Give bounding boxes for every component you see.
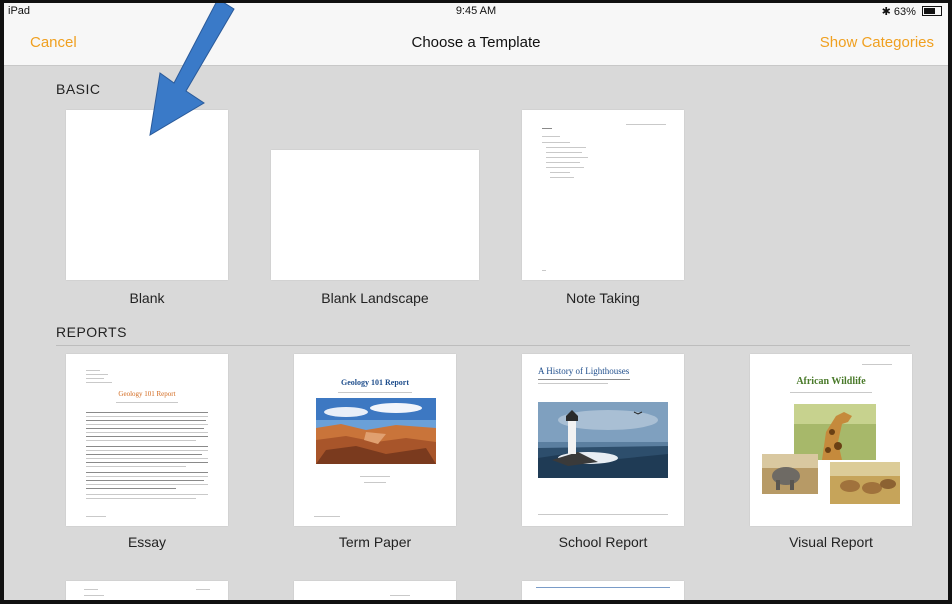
template-school-report[interactable]: A History of Lighthouses School Report bbox=[522, 354, 684, 554]
blank-landscape-thumbnail bbox=[271, 150, 479, 280]
battery-icon bbox=[922, 6, 942, 16]
template-label: Blank bbox=[129, 290, 165, 306]
canyon-image bbox=[316, 398, 436, 464]
template-label: Term Paper bbox=[338, 534, 412, 550]
annotation-arrow-icon bbox=[149, 3, 235, 136]
template-essay[interactable]: Geology 101 Report Essay bbox=[66, 354, 228, 554]
bluetooth-icon: ✱ bbox=[881, 6, 891, 18]
template-label: Blank Landscape bbox=[321, 290, 429, 306]
template-visual-report[interactable]: African Wildlife Visual Report bbox=[750, 354, 912, 554]
battery-status: ✱ 63% bbox=[882, 5, 942, 18]
school-report-thumbnail: A History of Lighthouses bbox=[522, 354, 684, 526]
ipad-screen: iPad 9:45 AM ✱ 63% Cancel Choose a Templ… bbox=[0, 0, 952, 604]
template-term-paper[interactable]: Geology 101 Report Term Paper bbox=[294, 354, 456, 554]
visual-report-thumbnail: African Wildlife bbox=[750, 354, 912, 526]
essay-title-text: Geology 101 Report bbox=[118, 390, 176, 398]
visual-report-title-text: African Wildlife bbox=[796, 376, 866, 387]
section-divider bbox=[56, 345, 910, 346]
section-title-reports: REPORTS bbox=[56, 324, 127, 340]
wildlife-collage-image bbox=[762, 404, 900, 504]
term-paper-title-text: Geology 101 Report bbox=[341, 378, 409, 387]
template-label: Visual Report bbox=[789, 534, 873, 550]
template-label: School Report bbox=[558, 534, 648, 550]
template-note-taking[interactable]: Note Taking bbox=[522, 110, 684, 310]
school-report-title-text: A History of Lighthouses bbox=[538, 366, 630, 376]
template-label: Note Taking bbox=[566, 290, 640, 306]
show-categories-button[interactable]: Show Categories bbox=[820, 34, 934, 51]
template-label: Essay bbox=[127, 534, 167, 550]
battery-percent: 63% bbox=[893, 6, 916, 18]
essay-thumbnail: Geology 101 Report bbox=[66, 354, 228, 526]
term-paper-thumbnail: Geology 101 Report bbox=[294, 354, 456, 526]
note-taking-thumbnail bbox=[522, 110, 684, 280]
lighthouse-image bbox=[538, 402, 668, 478]
template-blank-landscape[interactable]: Blank Landscape bbox=[271, 150, 479, 310]
